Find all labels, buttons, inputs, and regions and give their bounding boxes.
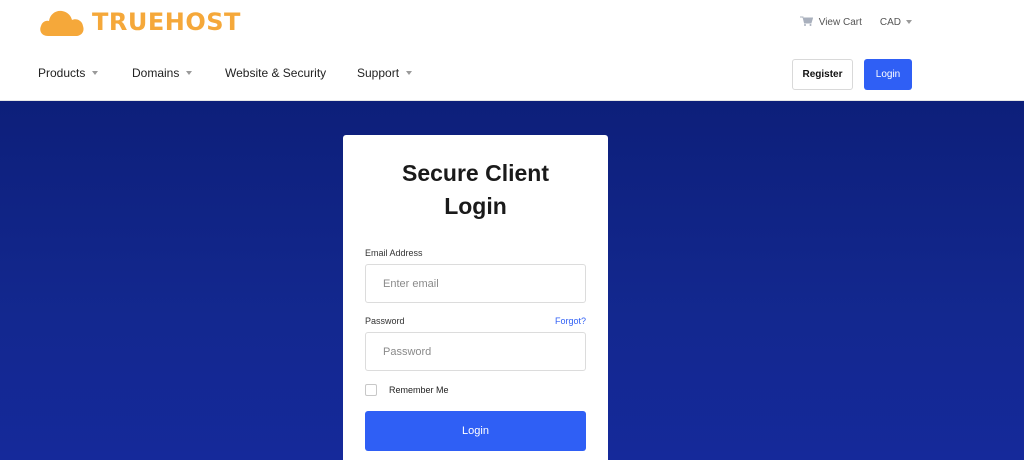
chevron-down-icon xyxy=(406,71,413,75)
chevron-down-icon xyxy=(186,71,193,75)
currency-selector[interactable]: CAD xyxy=(880,17,912,28)
register-button[interactable]: Register xyxy=(792,59,853,90)
nav-item-support[interactable]: Support xyxy=(357,66,413,80)
cart-icon xyxy=(799,15,819,29)
chevron-down-icon xyxy=(92,71,99,75)
nav-item-products[interactable]: Products xyxy=(38,66,132,80)
header-login-button[interactable]: Login xyxy=(864,59,912,90)
brand-name: TRUEHOST xyxy=(92,8,241,36)
nav-item-label: Website & Security xyxy=(225,66,327,80)
brand-logo[interactable]: TRUEHOST xyxy=(38,6,241,38)
email-field[interactable] xyxy=(365,264,586,303)
page-title: Secure Client Login xyxy=(402,160,549,219)
forgot-password-link[interactable]: Forgot? xyxy=(555,316,586,326)
nav-item-label: Domains xyxy=(132,66,180,80)
nav-item-label: Products xyxy=(38,66,86,80)
nav-item-website-security[interactable]: Website & Security xyxy=(225,66,357,80)
utility-bar: View Cart CAD xyxy=(799,15,912,29)
chevron-down-icon xyxy=(906,20,912,24)
remember-me-label: Remember Me xyxy=(389,385,449,395)
login-card: Secure Client Login Email Address Passwo… xyxy=(343,135,608,460)
password-label: Password xyxy=(365,316,405,326)
email-label: Email Address xyxy=(365,248,423,258)
main-nav: Products Domains Website & Security Supp… xyxy=(38,66,413,80)
view-cart-label: View Cart xyxy=(818,16,862,28)
site-header: TRUEHOST View Cart CAD Products Domains xyxy=(0,0,1024,101)
currency-value: CAD xyxy=(879,16,901,28)
nav-item-domains[interactable]: Domains xyxy=(132,66,225,80)
password-field[interactable] xyxy=(365,332,586,371)
cloud-icon xyxy=(38,6,86,38)
remember-me-checkbox[interactable] xyxy=(365,384,377,396)
nav-item-label: Support xyxy=(357,66,400,80)
remember-me-row: Remember Me xyxy=(365,384,449,396)
login-submit-button[interactable]: Login xyxy=(365,411,586,451)
view-cart-link[interactable]: View Cart xyxy=(799,15,862,29)
